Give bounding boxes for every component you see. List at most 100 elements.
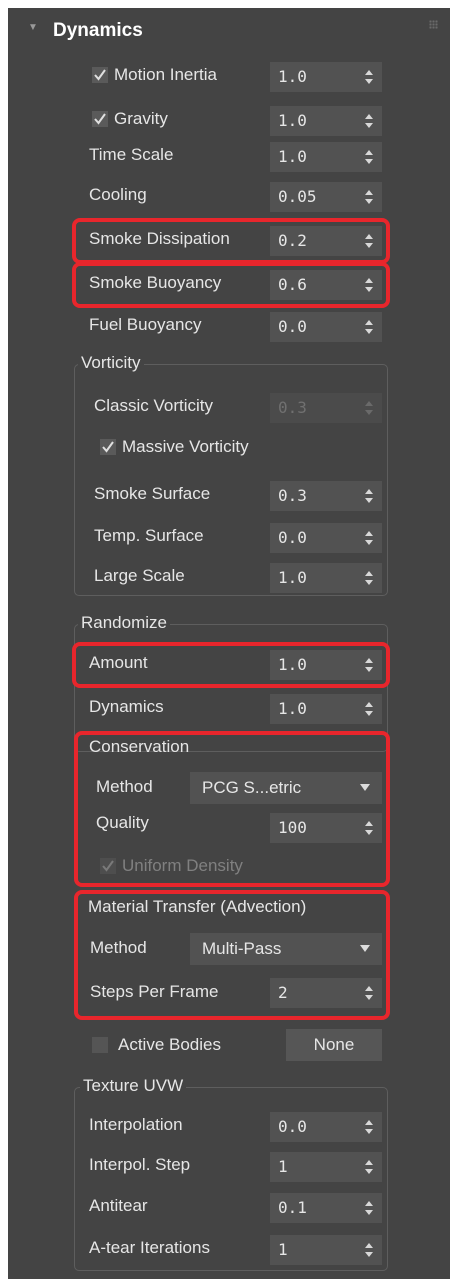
motion-inertia-value[interactable]: 1.0 (278, 67, 307, 86)
checkmark-icon (94, 69, 106, 81)
interpol-step-spinner[interactable]: 1 (270, 1152, 382, 1182)
gravity-value[interactable]: 1.0 (278, 111, 307, 130)
spinner-arrows-icon[interactable] (365, 701, 373, 717)
atear-iterations-label: A-tear Iterations (89, 1238, 210, 1257)
fuel-buoyancy-value[interactable]: 0.0 (278, 317, 307, 336)
conservation-method-value[interactable]: PCG S...etric (202, 778, 301, 798)
temp-surface-value[interactable]: 0.0 (278, 528, 307, 547)
quality-spinner[interactable]: 100 (270, 813, 382, 843)
gravity-spinner[interactable]: 1.0 (270, 106, 382, 136)
interpolation-value[interactable]: 0.0 (278, 1117, 307, 1136)
classic-vorticity-spinner: 0.3 (270, 393, 382, 423)
large-scale-spinner[interactable]: 1.0 (270, 563, 382, 593)
spinner-arrows-icon[interactable] (365, 233, 373, 249)
classic-vorticity-label: Classic Vorticity (94, 396, 214, 415)
smoke-dissipation-value[interactable]: 0.2 (278, 231, 307, 250)
fuel-buoyancy-label: Fuel Buoyancy (89, 315, 202, 334)
spinner-arrows-icon (365, 401, 373, 415)
spinner-arrows-icon[interactable] (365, 277, 373, 293)
spinner-arrows-icon[interactable] (365, 530, 373, 546)
atear-iterations-value[interactable]: 1 (278, 1240, 288, 1259)
chevron-down-icon[interactable] (360, 784, 370, 791)
massive-vorticity-label: Massive Vorticity (122, 437, 249, 456)
large-scale-label: Large Scale (94, 566, 185, 585)
antitear-spinner[interactable]: 0.1 (270, 1193, 382, 1223)
spinner-arrows-icon[interactable] (365, 1159, 373, 1175)
active-bodies-label: Active Bodies (118, 1035, 221, 1054)
temp-surface-spinner[interactable]: 0.0 (270, 523, 382, 553)
atear-iterations-spinner[interactable]: 1 (270, 1235, 382, 1265)
conservation-method-label: Method (96, 777, 153, 796)
smoke-buoyancy-label: Smoke Buoyancy (89, 273, 222, 292)
randomize-dynamics-label: Dynamics (89, 697, 164, 716)
large-scale-value[interactable]: 1.0 (278, 568, 307, 587)
cooling-spinner[interactable]: 0.05 (270, 182, 382, 212)
cooling-label: Cooling (89, 185, 147, 204)
smoke-buoyancy-spinner[interactable]: 0.6 (270, 270, 382, 300)
fuel-buoyancy-spinner[interactable]: 0.0 (270, 312, 382, 342)
material-transfer-method-dropdown[interactable]: Multi-Pass (190, 933, 382, 965)
uniform-density-checkbox (100, 858, 116, 874)
vorticity-group-title: Vorticity (78, 353, 144, 373)
smoke-dissipation-spinner[interactable]: 0.2 (270, 226, 382, 256)
randomize-group-title: Randomize (78, 613, 170, 633)
cooling-value[interactable]: 0.05 (278, 187, 317, 206)
spinner-arrows-icon[interactable] (365, 1200, 373, 1216)
conservation-method-dropdown[interactable]: PCG S...etric (190, 772, 382, 804)
time-scale-label: Time Scale (89, 145, 174, 164)
conservation-group-title: Conservation (89, 737, 190, 756)
motion-inertia-spinner[interactable]: 1.0 (270, 62, 382, 92)
amount-value[interactable]: 1.0 (278, 655, 307, 674)
quality-label: Quality (96, 813, 149, 832)
material-transfer-method-label: Method (90, 938, 147, 957)
interpolation-label: Interpolation (89, 1115, 183, 1134)
interpol-step-value[interactable]: 1 (278, 1157, 288, 1176)
randomize-dynamics-value[interactable]: 1.0 (278, 699, 307, 718)
smoke-buoyancy-value[interactable]: 0.6 (278, 275, 307, 294)
spinner-arrows-icon[interactable] (365, 488, 373, 504)
motion-inertia-label: Motion Inertia (114, 65, 217, 84)
spinner-arrows-icon[interactable] (365, 113, 373, 129)
motion-inertia-checkbox[interactable] (92, 67, 108, 83)
spinner-arrows-icon[interactable] (365, 820, 373, 836)
smoke-surface-spinner[interactable]: 0.3 (270, 481, 382, 511)
material-transfer-method-value[interactable]: Multi-Pass (202, 939, 281, 959)
randomize-dynamics-spinner[interactable]: 1.0 (270, 694, 382, 724)
antitear-value[interactable]: 0.1 (278, 1198, 307, 1217)
gravity-checkbox[interactable] (92, 111, 108, 127)
time-scale-value[interactable]: 1.0 (278, 147, 307, 166)
spinner-arrows-icon[interactable] (365, 69, 373, 85)
dynamics-rollout: ▼ Dynamics Motion Inertia 1.0 Gravity 1.… (8, 8, 450, 1279)
checkmark-icon (102, 441, 114, 453)
active-bodies-checkbox[interactable] (92, 1037, 108, 1053)
spinner-arrows-icon[interactable] (365, 1119, 373, 1135)
spinner-arrows-icon[interactable] (365, 1242, 373, 1258)
gravity-label: Gravity (114, 109, 168, 128)
massive-vorticity-checkbox[interactable] (100, 439, 116, 455)
smoke-surface-label: Smoke Surface (94, 484, 211, 503)
collapse-triangle-icon[interactable]: ▼ (28, 22, 38, 33)
amount-spinner[interactable]: 1.0 (270, 650, 382, 680)
steps-per-frame-value[interactable]: 2 (278, 983, 288, 1002)
classic-vorticity-value: 0.3 (278, 398, 307, 417)
texture-uvw-group-title: Texture UVW (80, 1076, 187, 1096)
spinner-arrows-icon[interactable] (365, 189, 373, 205)
drag-grip-icon[interactable] (429, 20, 438, 29)
chevron-down-icon[interactable] (360, 945, 370, 952)
interpolation-spinner[interactable]: 0.0 (270, 1112, 382, 1142)
spinner-arrows-icon[interactable] (365, 319, 373, 335)
spinner-arrows-icon[interactable] (365, 149, 373, 165)
active-bodies-none-button[interactable]: None (286, 1029, 382, 1061)
spinner-arrows-icon[interactable] (365, 985, 373, 1001)
interpol-step-label: Interpol. Step (89, 1155, 191, 1174)
checkmark-icon (102, 860, 114, 872)
rollout-title: Dynamics (53, 20, 143, 41)
smoke-surface-value[interactable]: 0.3 (278, 486, 307, 505)
spinner-arrows-icon[interactable] (365, 570, 373, 586)
smoke-dissipation-label: Smoke Dissipation (89, 229, 230, 248)
quality-value[interactable]: 100 (278, 818, 307, 837)
steps-per-frame-spinner[interactable]: 2 (270, 978, 382, 1008)
rollout-header[interactable]: ▼ Dynamics (8, 8, 450, 58)
time-scale-spinner[interactable]: 1.0 (270, 142, 382, 172)
spinner-arrows-icon[interactable] (365, 657, 373, 673)
